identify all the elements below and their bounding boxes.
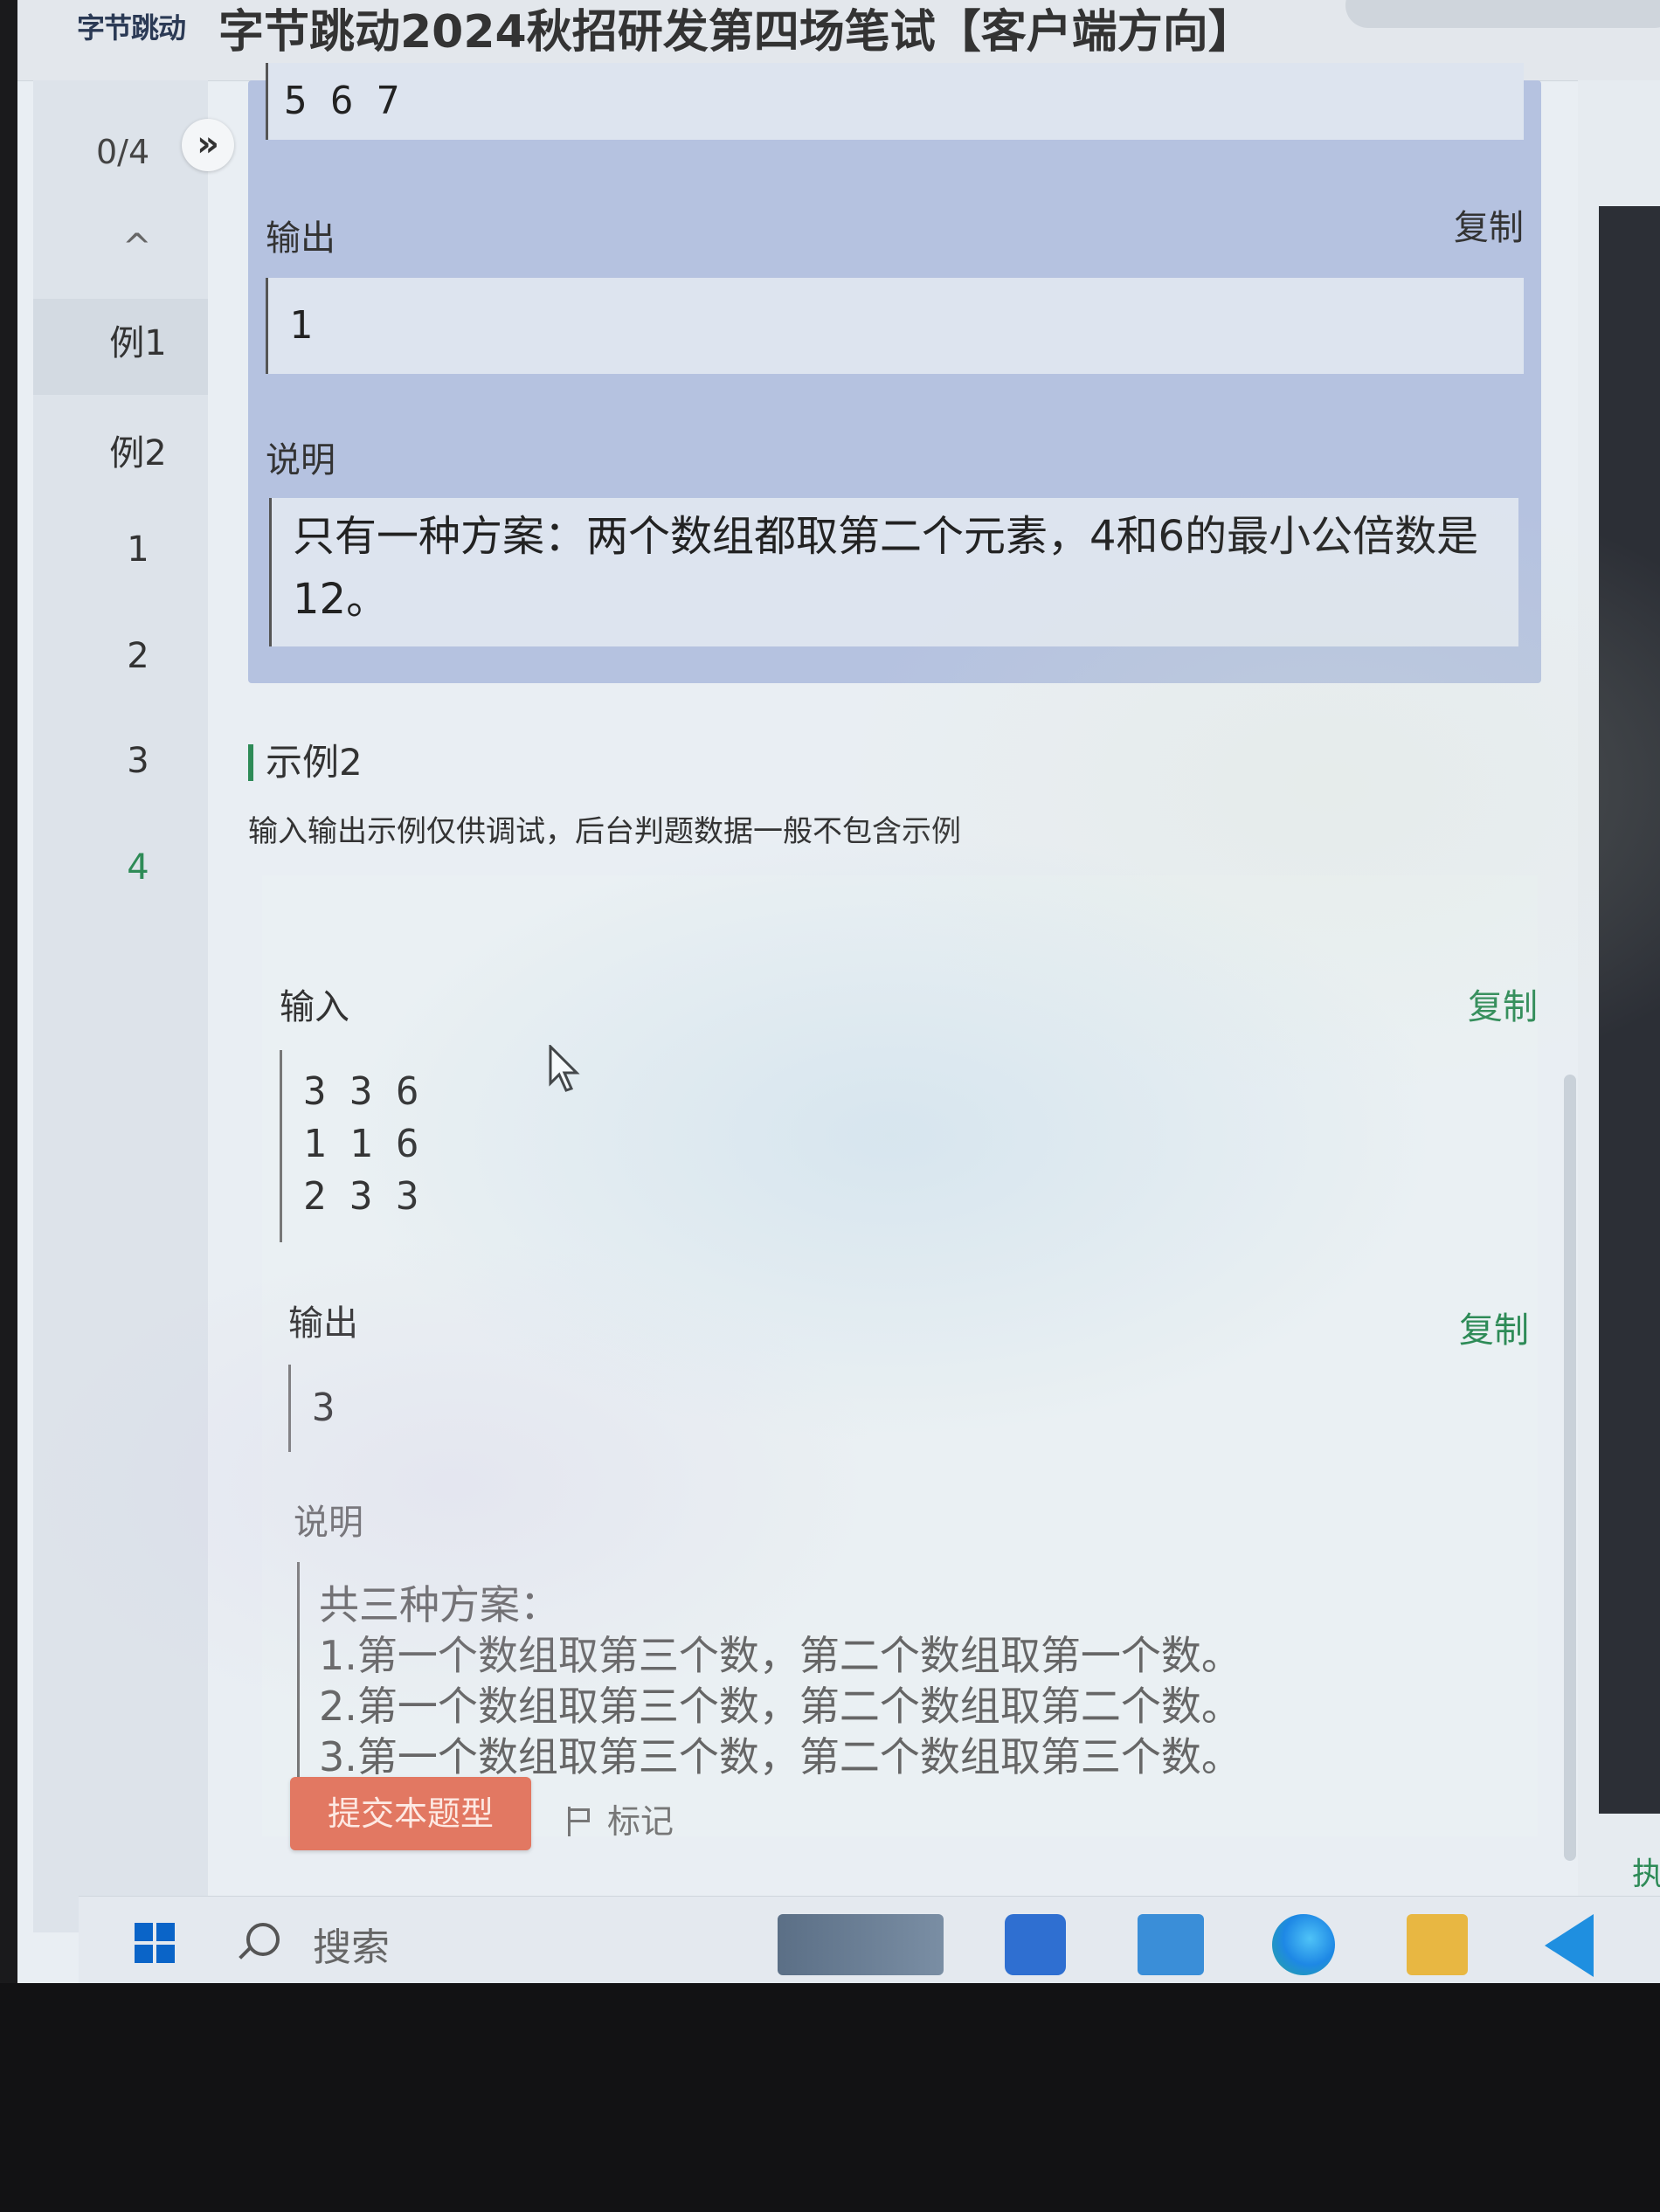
monitor-bezel xyxy=(0,1983,1660,2212)
example2-title: 示例2 xyxy=(248,744,363,781)
monitor-screen: 字节跳动 字节跳动2024秋招研发第四场笔试【客户端方向】 0/4 » ^ 例1… xyxy=(17,0,1660,1983)
mail-icon[interactable] xyxy=(1138,1914,1204,1975)
search-icon[interactable] xyxy=(246,1923,280,1956)
windows-taskbar: 搜索 xyxy=(79,1896,1660,1993)
mark-label: 标记 xyxy=(607,1802,674,1841)
nav-item-q1[interactable]: 1 xyxy=(86,529,190,570)
submit-button[interactable]: 提交本题型 xyxy=(290,1777,531,1850)
progress-counter: 0/4 xyxy=(96,133,150,171)
bytedance-logo: 字节跳动 xyxy=(77,11,186,45)
code-editor-edge[interactable] xyxy=(1599,206,1660,1814)
example1-panel: 5 6 7 输出 复制 1 说明 只有一种方案：两个数组都取第二个元素，4和6的… xyxy=(248,63,1541,683)
example1-explain-box: 只有一种方案：两个数组都取第二个元素，4和6的最小公倍数是 12。 xyxy=(269,498,1518,646)
windows-start-icon[interactable] xyxy=(135,1923,175,1963)
exam-title: 字节跳动2024秋招研发第四场笔试【客户端方向】 xyxy=(218,6,1254,59)
example1-explain-label: 说明 xyxy=(266,440,335,480)
top-right-control[interactable] xyxy=(1345,0,1660,28)
example1-explain-line: 12。 xyxy=(293,575,389,624)
flag-icon xyxy=(568,1807,595,1836)
nav-item-q2[interactable]: 2 xyxy=(86,636,190,676)
example2-explain-block: 共三种方案： 1.第一个数组取第三个数，第二个数组取第一个数。 2.第一个数组取… xyxy=(297,1562,1258,1789)
collapse-nav-button[interactable]: » xyxy=(182,119,234,171)
nav-item-q3[interactable]: 3 xyxy=(86,741,190,781)
example1-input-tail: 5 6 7 xyxy=(266,63,1524,140)
question-nav: 0/4 » ^ 例1 例2 1 2 3 4 xyxy=(33,80,234,1932)
mark-button[interactable]: 标记 xyxy=(568,1794,674,1842)
run-button-partial[interactable]: 执 xyxy=(1632,1849,1660,1894)
example2-note: 输入输出示例仅供调试，后台判题数据一般不包含示例 xyxy=(248,814,961,849)
example2-input-line: 1 1 6 xyxy=(303,1122,419,1166)
nav-item-example2[interactable]: 例2 xyxy=(86,425,190,475)
example1-output-label: 输出 xyxy=(266,218,335,259)
folder-icon[interactable] xyxy=(1407,1914,1468,1975)
example2-explain-label: 说明 xyxy=(294,1503,363,1543)
example2-explain-line: 3.第一个数组取第三个数，第二个数组取第三个数。 xyxy=(319,1733,1242,1780)
content-scrollbar[interactable] xyxy=(1564,1075,1576,1861)
nav-item-q4[interactable]: 4 xyxy=(86,847,190,888)
example2-input-label: 输入 xyxy=(280,987,349,1027)
example2-explain-line: 2.第一个数组取第三个数，第二个数组取第二个数。 xyxy=(319,1683,1242,1730)
example2-input-line: 3 3 6 xyxy=(303,1069,419,1114)
example1-explain-line: 只有一种方案：两个数组都取第二个元素，4和6的最小公倍数是 xyxy=(293,512,1479,561)
example2-explain-line: 共三种方案： xyxy=(319,1581,560,1628)
example2-input-line: 2 3 3 xyxy=(303,1174,419,1219)
mouse-cursor-icon xyxy=(549,1045,580,1092)
nav-item-example1[interactable]: 例1 xyxy=(86,315,190,365)
example1-copy-button[interactable]: 复制 xyxy=(1454,199,1524,250)
edge-icon[interactable] xyxy=(1272,1914,1335,1975)
vscode-icon[interactable] xyxy=(1536,1914,1599,1977)
widgets-icon[interactable] xyxy=(778,1914,944,1975)
example2-explain-line: 1.第一个数组取第三个数，第二个数组取第一个数。 xyxy=(319,1632,1242,1679)
example1-output-value: 1 xyxy=(266,278,1524,374)
chevron-up-icon[interactable]: ^ xyxy=(122,227,152,267)
example2-output-value: 3 xyxy=(288,1365,550,1452)
problem-content: 5 6 7 输出 复制 1 说明 只有一种方案：两个数组都取第二个元素，4和6的… xyxy=(227,63,1564,1932)
taskbar-search-label[interactable]: 搜索 xyxy=(313,1916,390,1972)
store-icon[interactable] xyxy=(1005,1914,1066,1975)
example2-input-block: 3 3 6 1 1 6 2 3 3 xyxy=(280,1050,716,1242)
example2-output-label: 输出 xyxy=(288,1303,358,1344)
example2-output-copy-button[interactable]: 复制 xyxy=(1459,1302,1529,1352)
example2-panel: 输入 复制 3 3 6 1 1 6 2 3 3 输出 复制 3 说明 共三种方案… xyxy=(262,875,1538,1836)
example2-input-copy-button[interactable]: 复制 xyxy=(1468,978,1538,1029)
